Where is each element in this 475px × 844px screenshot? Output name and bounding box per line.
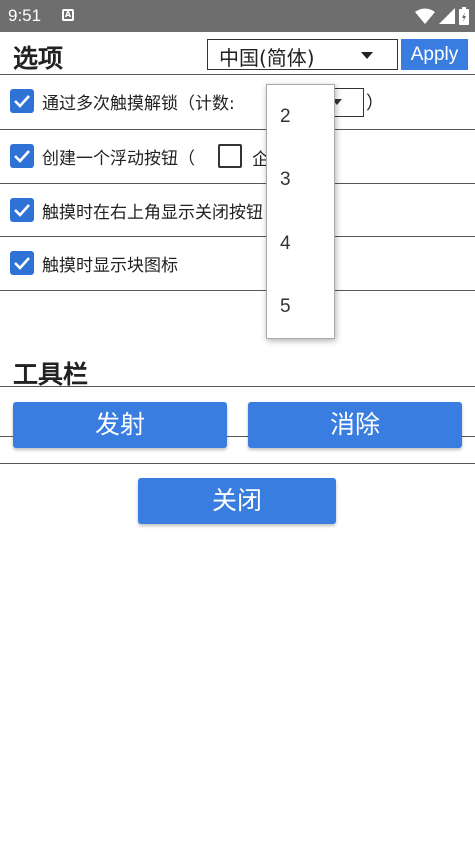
count-dropdown: 2 3 4 5	[266, 84, 335, 339]
dropdown-option-label: 2	[280, 106, 291, 127]
chevron-down-icon	[361, 52, 373, 59]
floating-sub-checkbox[interactable]	[218, 144, 242, 168]
status-bar: 9:51 A	[0, 0, 475, 32]
unlock-multi-touch-checkbox[interactable]	[10, 89, 34, 113]
apply-button[interactable]: Apply	[401, 39, 468, 70]
battery-icon	[459, 7, 469, 25]
option-block-icon: 触摸时显示块图标	[0, 237, 475, 291]
dropdown-option[interactable]: 5	[267, 275, 334, 338]
block-icon-checkbox[interactable]	[10, 251, 34, 275]
language-select-value: 中国(简体)	[219, 46, 315, 70]
option-close-button-top-right: 触摸时在右上角显示关闭按钮	[0, 184, 475, 238]
clear-button[interactable]: 消除	[248, 402, 462, 448]
dropdown-option[interactable]: 3	[267, 148, 334, 211]
option-unlock-multi-touch: 通过多次触摸解锁（计数:	[0, 75, 475, 129]
divider	[0, 290, 475, 291]
divider	[0, 463, 475, 464]
close-button-top-right-checkbox[interactable]	[10, 198, 34, 222]
fire-button[interactable]: 发射	[13, 402, 227, 448]
status-icons	[415, 7, 469, 25]
option-label: 创建一个浮动按钮（	[42, 149, 195, 169]
option-label: 通过多次触摸解锁（计数:	[42, 94, 235, 114]
floating-button-checkbox[interactable]	[10, 144, 34, 168]
checkmark-icon	[14, 204, 30, 217]
status-time: 9:51	[8, 6, 42, 25]
dropdown-option-label: 4	[280, 233, 291, 254]
language-select[interactable]: 中国(简体)	[207, 39, 398, 70]
close-button[interactable]: 关闭	[138, 478, 336, 524]
dropdown-option-label: 5	[280, 296, 291, 317]
options-title: 选项	[13, 44, 64, 73]
divider	[0, 386, 475, 387]
option-label: 触摸时显示块图标	[42, 256, 178, 276]
count-close-paren: ）	[366, 93, 384, 114]
checkmark-icon	[14, 95, 30, 108]
option-label: 触摸时在右上角显示关闭按钮	[42, 203, 263, 223]
notification-icon: A	[62, 9, 74, 21]
dropdown-option-label: 3	[280, 169, 291, 190]
dropdown-option[interactable]: 4	[267, 212, 334, 275]
checkmark-icon	[14, 150, 30, 163]
wifi-icon	[415, 8, 435, 24]
dropdown-option[interactable]: 2	[267, 85, 334, 148]
checkmark-icon	[14, 257, 30, 270]
cell-signal-icon	[439, 8, 455, 24]
